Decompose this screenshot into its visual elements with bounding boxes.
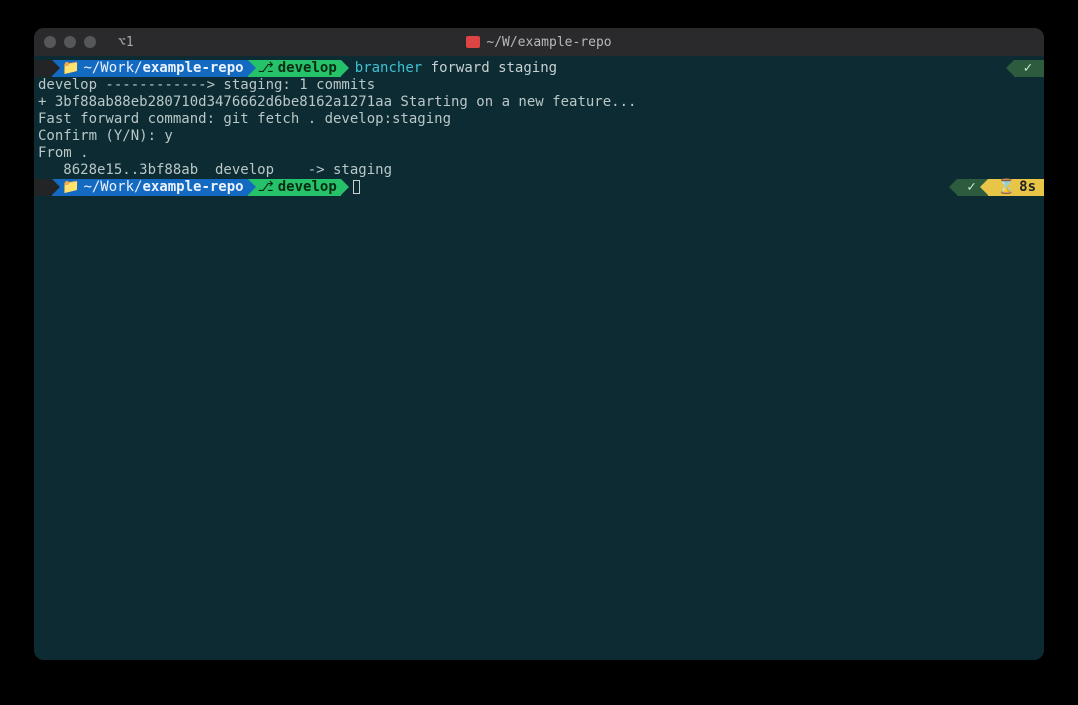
- command-input[interactable]: brancher forward staging: [341, 60, 557, 77]
- branch-name: develop: [278, 60, 337, 77]
- path-repo: example-repo: [142, 179, 243, 196]
- branch-name: develop: [278, 179, 337, 196]
- output-line: + 3bf88ab88eb280710d3476662d6be8162a1271…: [34, 94, 1044, 111]
- zoom-button[interactable]: [84, 36, 96, 48]
- output-line: From .: [34, 145, 1044, 162]
- folder-icon: 📁: [62, 179, 79, 196]
- duration-text: 8s: [1019, 179, 1036, 196]
- path-prefix: ~/Work/: [83, 60, 142, 77]
- path-repo: example-repo: [142, 60, 243, 77]
- check-icon: ✓: [1024, 60, 1032, 77]
- terminal-body[interactable]: 📁 ~/Work/example-repo ⎇ develop brancher…: [34, 56, 1044, 660]
- folder-icon: 📁: [62, 60, 79, 77]
- duration-segment: ⌛ 8s: [988, 179, 1044, 196]
- os-segment: [34, 60, 52, 77]
- traffic-lights: [44, 36, 96, 48]
- command-args: forward staging: [431, 60, 557, 76]
- prompt-line: 📁 ~/Work/example-repo ⎇ develop brancher…: [34, 60, 1044, 77]
- tab-indicator: ⌥1: [118, 35, 134, 50]
- titlebar[interactable]: ⌥1 ~/W/example-repo: [34, 28, 1044, 56]
- cursor[interactable]: [353, 180, 360, 194]
- hourglass-icon: ⌛: [998, 179, 1015, 196]
- output-line: Confirm (Y/N): y: [34, 128, 1044, 145]
- git-branch-icon: ⎇: [258, 60, 274, 77]
- window-title: ~/W/example-repo: [34, 35, 1044, 50]
- output-line: Fast forward command: git fetch . develo…: [34, 111, 1044, 128]
- minimize-button[interactable]: [64, 36, 76, 48]
- git-branch-segment: ⎇ develop: [248, 179, 341, 196]
- close-button[interactable]: [44, 36, 56, 48]
- terminal-window: ⌥1 ~/W/example-repo 📁 ~/Work/example-rep…: [34, 28, 1044, 660]
- os-segment: [34, 179, 52, 196]
- output-line: 8628e15..3bf88ab develop -> staging: [34, 162, 1044, 179]
- command-name: brancher: [355, 60, 422, 76]
- prompt-line: 📁 ~/Work/example-repo ⎇ develop ✓ ⌛ 8s: [34, 179, 1044, 196]
- folder-icon: [466, 36, 480, 48]
- check-icon: ✓: [967, 179, 975, 196]
- window-title-text: ~/W/example-repo: [486, 35, 611, 50]
- status-ok-segment: ✓: [1014, 60, 1044, 77]
- output-line: develop ------------> staging: 1 commits: [34, 77, 1044, 94]
- path-segment: 📁 ~/Work/example-repo: [52, 179, 248, 196]
- git-branch-segment: ⎇ develop: [248, 60, 341, 77]
- git-branch-icon: ⎇: [258, 179, 274, 196]
- path-segment: 📁 ~/Work/example-repo: [52, 60, 248, 77]
- path-prefix: ~/Work/: [83, 179, 142, 196]
